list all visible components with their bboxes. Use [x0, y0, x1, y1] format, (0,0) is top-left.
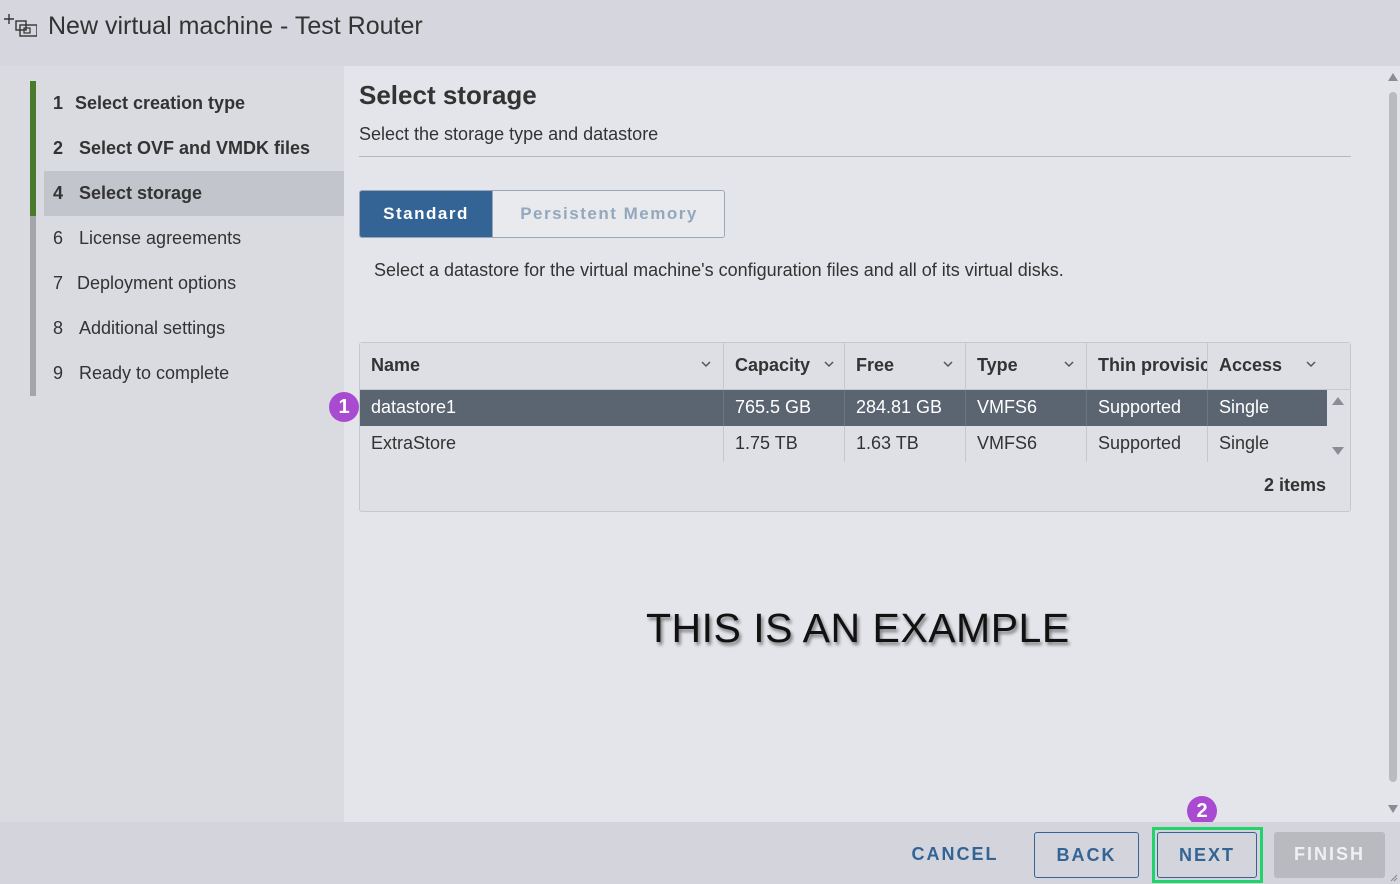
scroll-up-icon[interactable] — [1332, 396, 1344, 406]
back-button[interactable]: BACK — [1034, 832, 1139, 878]
chevron-down-icon[interactable] — [943, 359, 953, 369]
item-count: 2 items — [1263, 475, 1326, 495]
datastore-instructions: Select a datastore for the virtual machi… — [374, 260, 1064, 280]
step-label: Ready to complete — [79, 363, 230, 383]
tab-persistent-memory[interactable]: Persistent Memory — [492, 191, 724, 237]
step-number: 2 — [53, 138, 64, 158]
cell-free: 284.81 GB — [844, 390, 965, 426]
step-additional-settings: 8 Additional settings — [30, 306, 344, 351]
scroll-up-icon[interactable] — [1388, 72, 1398, 82]
main-panel: Select storage Select the storage type a… — [344, 66, 1386, 822]
column-header-free[interactable]: Free — [844, 343, 965, 389]
scroll-down-icon[interactable] — [1388, 804, 1398, 814]
step-number: 9 — [53, 363, 64, 383]
table-row[interactable]: datastore1 765.5 GB 284.81 GB VMFS6 Supp… — [360, 390, 1327, 426]
cancel-button[interactable]: CANCEL — [896, 832, 1014, 878]
chevron-down-icon[interactable] — [1306, 359, 1316, 369]
chevron-down-icon[interactable] — [824, 359, 834, 369]
cell-thin-provisioning: Supported — [1086, 390, 1207, 426]
cell-access: Single — [1207, 426, 1327, 462]
cell-type: VMFS6 — [965, 390, 1086, 426]
cell-access: Single — [1207, 390, 1327, 426]
step-number: 6 — [53, 228, 64, 248]
tab-standard[interactable]: Standard — [360, 191, 492, 237]
datastore-table: Name Capacity Free Type Thin provisic Ac… — [359, 342, 1351, 512]
step-number: 8 — [53, 318, 64, 338]
example-watermark: THIS IS AN EXAMPLE — [646, 605, 1070, 651]
cell-free: 1.63 TB — [844, 426, 965, 462]
page-title: Select storage — [359, 80, 537, 110]
dialog-header: New virtual machine - Test Router — [0, 0, 1400, 66]
table-scrollbar[interactable] — [1327, 390, 1349, 462]
step-label: License agreements — [79, 228, 242, 248]
column-header-thin-provisioning[interactable]: Thin provisic — [1086, 343, 1207, 389]
chevron-down-icon[interactable] — [701, 359, 711, 369]
scrollbar-thumb[interactable] — [1389, 92, 1397, 782]
cell-name: ExtraStore — [371, 433, 457, 453]
step-select-ovf-vmdk[interactable]: 2 Select OVF and VMDK files — [30, 126, 344, 171]
cell-type: VMFS6 — [965, 426, 1086, 462]
wizard-steps-sidebar: 1 Select creation type 2 Select OVF and … — [0, 66, 344, 822]
divider — [359, 156, 1351, 157]
cell-capacity: 1.75 TB — [723, 426, 844, 462]
step-label: Select creation type — [75, 93, 246, 113]
resize-grip-icon[interactable] — [1390, 874, 1398, 882]
add-vm-icon — [4, 14, 37, 37]
step-number: 1 — [53, 93, 64, 113]
step-select-creation-type[interactable]: 1 Select creation type — [30, 81, 344, 126]
column-header-access[interactable]: Access — [1207, 343, 1350, 389]
step-ready-to-complete: 9 Ready to complete — [30, 351, 344, 396]
cell-capacity: 765.5 GB — [723, 390, 844, 426]
cell-name: datastore1 — [371, 397, 457, 417]
step-license-agreements: 6 License agreements — [30, 216, 344, 261]
column-header-capacity[interactable]: Capacity — [723, 343, 844, 389]
table-row[interactable]: ExtraStore 1.75 TB 1.63 TB VMFS6 Support… — [360, 426, 1327, 462]
column-header-name[interactable]: Name — [360, 343, 723, 389]
step-select-storage[interactable]: 4 Select storage — [30, 171, 344, 216]
cell-thin-provisioning: Supported — [1086, 426, 1207, 462]
next-button-highlight — [1152, 827, 1263, 883]
storage-type-toggle: Standard Persistent Memory — [359, 190, 725, 238]
step-label: Deployment options — [77, 273, 237, 293]
finish-button: FINISH — [1274, 832, 1385, 878]
step-label: Select storage — [79, 183, 203, 203]
page-scrollbar[interactable] — [1386, 66, 1400, 822]
step-label: Additional settings — [79, 318, 226, 338]
table-header: Name Capacity Free Type Thin provisic Ac… — [360, 343, 1350, 390]
page-subtitle: Select the storage type and datastore — [359, 124, 659, 144]
step-number: 7 — [53, 273, 64, 293]
scroll-down-icon[interactable] — [1332, 446, 1344, 456]
step-number: 4 — [53, 183, 64, 203]
chevron-down-icon[interactable] — [1064, 359, 1074, 369]
step-label: Select OVF and VMDK files — [79, 138, 311, 158]
step-deployment-options: 7 Deployment options — [30, 261, 344, 306]
dialog-title: New virtual machine - Test Router — [48, 12, 423, 40]
column-header-type[interactable]: Type — [965, 343, 1086, 389]
step-badge-1: 1 — [329, 392, 359, 422]
